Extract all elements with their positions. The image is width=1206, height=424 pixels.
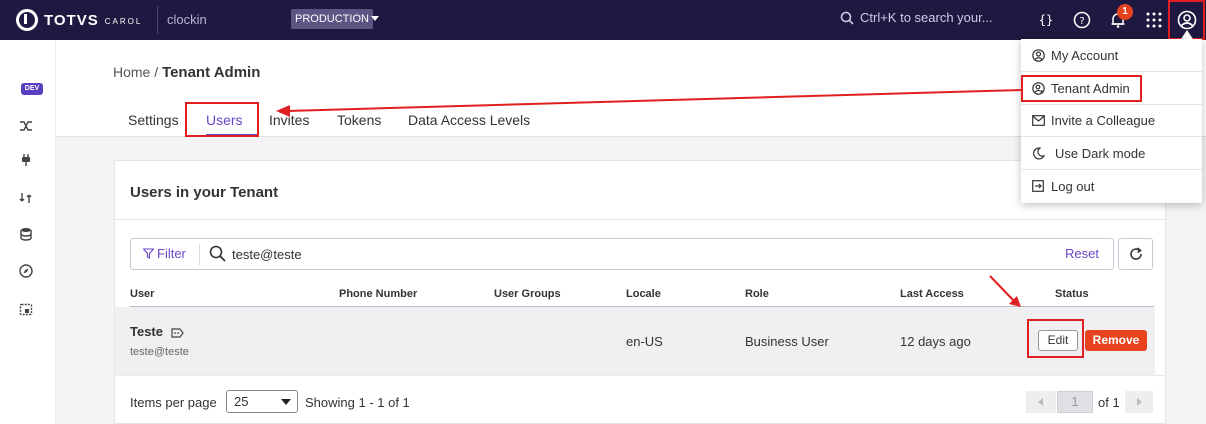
column-header-phone: Phone Number: [339, 288, 418, 300]
brand-subname: CAROL: [104, 17, 143, 26]
previous-page-button[interactable]: [1026, 391, 1056, 413]
next-page-button[interactable]: [1125, 391, 1153, 413]
user-menu-dropdown: My Account Tenant Admin Invite a Colleag…: [1021, 39, 1202, 203]
user-circle-icon: [1177, 10, 1196, 30]
items-per-page-value: 25: [234, 394, 249, 409]
chevron-right-icon: [1137, 398, 1142, 406]
filter-divider: [199, 244, 200, 265]
top-bar: TOTVS CAROL clockin PRODUCTION Ctrl+K to…: [0, 0, 1206, 40]
column-header-last-access: Last Access: [900, 288, 964, 300]
tab-invites[interactable]: Invites: [269, 112, 309, 128]
user-circle-icon: [1030, 48, 1046, 62]
refresh-icon: [1129, 247, 1142, 260]
column-header-locale: Locale: [626, 288, 661, 300]
user-email: teste@teste: [130, 346, 189, 358]
breadcrumb: Home / Tenant Admin: [113, 64, 260, 81]
card-title: Users in your Tenant: [130, 184, 279, 201]
page-title: Tenant Admin: [162, 64, 261, 81]
search-placeholder: Ctrl+K to search your...: [860, 10, 993, 25]
topbar-divider: [157, 6, 158, 34]
search-icon: [209, 245, 226, 262]
column-header-role: Role: [745, 288, 769, 300]
help-icon[interactable]: ?: [1070, 8, 1094, 32]
moon-icon: [1030, 146, 1046, 160]
users-tab-highlight-annotation: [185, 102, 259, 137]
role-cell: Business User: [745, 334, 829, 349]
menu-item-my-account[interactable]: My Account: [1021, 39, 1202, 71]
users-card: Users in your Tenant Filter teste@teste …: [114, 160, 1166, 424]
reset-button[interactable]: Reset: [1065, 246, 1099, 261]
filter-funnel-icon: [143, 248, 154, 259]
filter-bar: Filter teste@teste Reset: [130, 238, 1114, 270]
menu-item-label: My Account: [1051, 47, 1119, 63]
column-header-groups: User Groups: [494, 288, 561, 300]
locale-cell: en-US: [626, 334, 663, 349]
side-nav: DEV: [0, 40, 56, 424]
items-per-page-label: Items per page: [130, 395, 217, 410]
pipeline-icon[interactable]: [18, 190, 34, 206]
dev-badge: DEV: [21, 83, 43, 95]
totvs-logo-icon: [16, 9, 38, 31]
breadcrumb-separator: /: [154, 64, 159, 80]
edit-highlight-annotation: [1027, 319, 1084, 358]
filter-label: Filter: [157, 246, 186, 261]
envelope-icon: [1030, 114, 1046, 126]
global-search[interactable]: Ctrl+K to search your...: [840, 10, 993, 25]
plug-icon[interactable]: [18, 152, 34, 168]
tab-data-access-levels[interactable]: Data Access Levels: [408, 112, 530, 128]
search-input[interactable]: teste@teste: [232, 247, 302, 262]
column-header-status: Status: [1055, 288, 1089, 300]
database-icon[interactable]: [18, 226, 34, 242]
tag-icon: [171, 327, 184, 338]
tab-settings[interactable]: Settings: [128, 112, 179, 128]
logout-icon: [1030, 180, 1046, 192]
calendar-icon[interactable]: [18, 301, 34, 317]
user-name-text: Teste: [130, 324, 163, 339]
menu-item-invite-colleague[interactable]: Invite a Colleague: [1021, 104, 1202, 136]
app-name[interactable]: clockin: [167, 12, 207, 27]
remove-button[interactable]: Remove: [1085, 330, 1147, 351]
items-per-page-select[interactable]: 25: [226, 390, 298, 413]
environment-selector[interactable]: PRODUCTION: [291, 9, 373, 29]
search-icon: [840, 11, 854, 25]
menu-item-label: Use Dark mode: [1055, 145, 1146, 161]
refresh-button[interactable]: [1118, 238, 1153, 270]
tab-tokens[interactable]: Tokens: [337, 112, 381, 128]
column-header-user: User: [130, 288, 155, 300]
chevron-left-icon: [1038, 398, 1043, 406]
user-name: Teste: [130, 324, 184, 339]
tenant-admin-highlight-annotation: [1021, 75, 1142, 102]
menu-item-label: Log out: [1051, 178, 1095, 194]
svg-text:?: ?: [1079, 16, 1084, 27]
showing-range: Showing 1 - 1 of 1: [305, 395, 410, 410]
table-footer-divider: [115, 375, 1165, 376]
page-total: of 1: [1098, 395, 1120, 410]
card-divider: [115, 219, 1165, 220]
dropdown-pointer: [1181, 30, 1193, 39]
apps-grid-icon[interactable]: [1142, 8, 1166, 32]
chevron-down-icon[interactable]: [371, 16, 379, 21]
brand-name: TOTVS: [44, 11, 99, 29]
notification-count-badge: 1: [1117, 4, 1133, 20]
svg-text:{}: {}: [1039, 13, 1053, 27]
brand-logo[interactable]: TOTVS CAROL: [16, 8, 142, 32]
menu-item-log-out[interactable]: Log out: [1021, 170, 1202, 202]
shuffle-icon[interactable]: [18, 118, 34, 134]
json-braces-icon[interactable]: {}: [1034, 8, 1058, 32]
caret-down-icon: [281, 399, 291, 405]
breadcrumb-home[interactable]: Home: [113, 64, 150, 80]
last-access-cell: 12 days ago: [900, 334, 971, 349]
menu-item-dark-mode[interactable]: Use Dark mode: [1021, 137, 1202, 169]
menu-item-label: Invite a Colleague: [1051, 112, 1156, 128]
page-number-input[interactable]: 1: [1057, 391, 1093, 413]
filter-button[interactable]: Filter: [143, 246, 186, 261]
compass-icon[interactable]: [18, 263, 34, 279]
